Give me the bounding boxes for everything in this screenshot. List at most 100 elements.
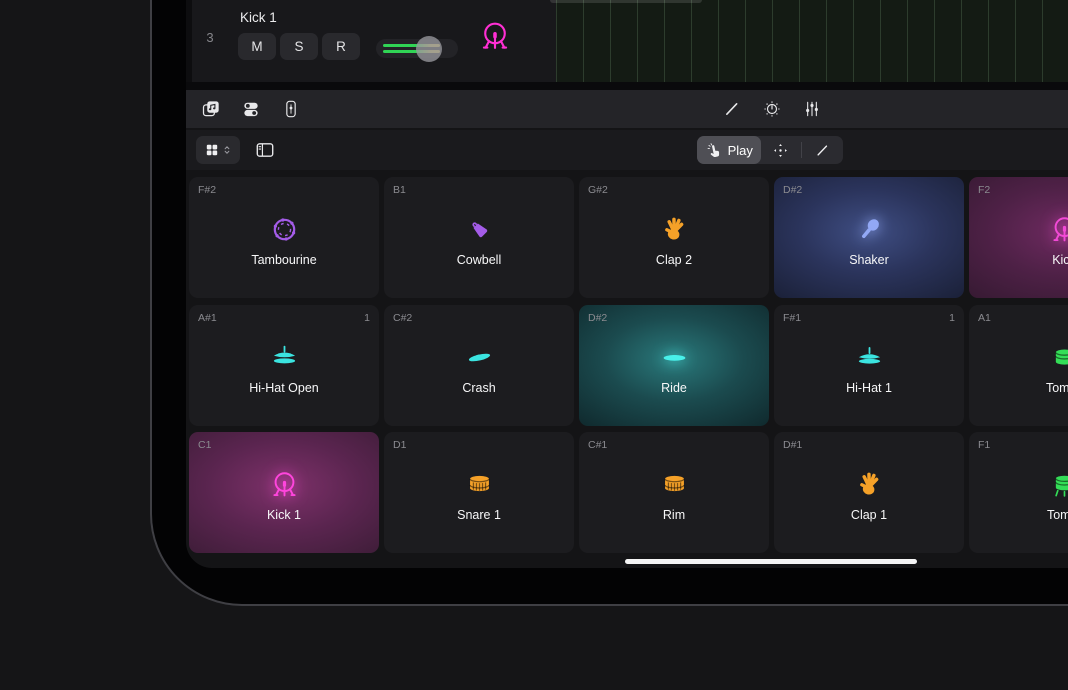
- drum-pad[interactable]: B1 Cowbell: [384, 177, 574, 298]
- snare-icon: [659, 469, 690, 500]
- smart-controls-icon: [241, 99, 261, 119]
- fader-button[interactable]: [277, 95, 305, 123]
- hihat-open-icon: [269, 342, 300, 373]
- smart-controls-button[interactable]: [237, 95, 265, 123]
- play-mode-segment[interactable]: Play: [697, 136, 761, 164]
- pad-note-label: F1: [978, 439, 990, 451]
- home-indicator[interactable]: [625, 559, 917, 564]
- ride-icon: [659, 342, 690, 373]
- sidebar-icon: [254, 139, 276, 161]
- stage: 3 Kick 1 M S R: [0, 0, 1068, 690]
- drum-pad[interactable]: A1 Tom H: [969, 305, 1068, 426]
- kick-drum-icon: [478, 19, 512, 53]
- drum-pad[interactable]: D#2 Shaker: [774, 177, 964, 298]
- volume-knob[interactable]: [416, 36, 442, 62]
- divider: [186, 82, 1068, 90]
- tom-floor-icon: [1049, 469, 1068, 500]
- hihat-icon: [854, 342, 885, 373]
- drum-pad[interactable]: D1 Snare 1: [384, 432, 574, 553]
- drum-pad[interactable]: F#1 1 Hi-Hat 1: [774, 305, 964, 426]
- msr-buttons: M S R: [238, 33, 360, 60]
- volume-slider[interactable]: [376, 39, 458, 58]
- mute-button[interactable]: M: [238, 33, 276, 60]
- pad-label: Kick 1: [267, 508, 301, 522]
- drum-pad[interactable]: C#1 Rim: [579, 432, 769, 553]
- control-bar: [186, 90, 1068, 128]
- control-bar-left: [197, 90, 305, 128]
- pad-badge: 1: [364, 312, 370, 324]
- pad-note-label: C#1: [588, 439, 607, 451]
- tom-high-icon: [1049, 342, 1068, 373]
- loop-browser-icon: [201, 99, 221, 119]
- snare-icon: [464, 469, 495, 500]
- clap-icon: [854, 469, 885, 500]
- pencil-button[interactable]: [718, 95, 746, 123]
- drum-pad[interactable]: G#2 Clap 2: [579, 177, 769, 298]
- tambourine-icon: [269, 214, 300, 245]
- pad-label: Hi-Hat Open: [249, 381, 318, 395]
- drum-pad[interactable]: D#1 Clap 1: [774, 432, 964, 553]
- clap-icon: [659, 214, 690, 245]
- drum-pad[interactable]: C1 Kick 1: [189, 432, 379, 553]
- pad-label: Crash: [462, 381, 495, 395]
- control-bar-right: [718, 90, 826, 128]
- move-icon: [772, 142, 789, 159]
- edit-mode-segment[interactable]: [802, 136, 843, 164]
- drum-pad[interactable]: A#1 1 Hi-Hat Open: [189, 305, 379, 426]
- mixer-button[interactable]: [798, 95, 826, 123]
- grid-view-icon: [204, 142, 220, 158]
- drum-pad[interactable]: C#2 Crash: [384, 305, 574, 426]
- pad-badge: 1: [949, 312, 955, 324]
- sidebar-toggle-button[interactable]: [250, 136, 280, 164]
- pad-label: Kick: [1052, 253, 1068, 267]
- pad-note-label: G#2: [588, 184, 608, 196]
- pad-note-label: C1: [198, 439, 211, 451]
- pad-note-label: C#2: [393, 312, 412, 324]
- chevron-updown-icon: [222, 144, 232, 156]
- timeline-grid[interactable]: [556, 0, 1068, 82]
- solo-button[interactable]: S: [280, 33, 318, 60]
- pad-label: Ride: [661, 381, 687, 395]
- pad-note-label: D#2: [588, 312, 607, 324]
- record-enable-button[interactable]: R: [322, 33, 360, 60]
- app-screen: 3 Kick 1 M S R: [186, 0, 1068, 568]
- pad-label: Clap 1: [851, 508, 887, 522]
- drum-pad[interactable]: D#2 Ride: [579, 305, 769, 426]
- kick-icon: [269, 469, 300, 500]
- segment-label: Play: [728, 143, 753, 158]
- pad-note-label: D1: [393, 439, 406, 451]
- pad-note-label: A#1: [198, 312, 217, 324]
- pad-note-label: B1: [393, 184, 406, 196]
- cowbell-icon: [464, 214, 495, 245]
- shaker-icon: [854, 214, 885, 245]
- mode-segmented-control: Play: [697, 136, 843, 164]
- pad-label: Cowbell: [457, 253, 501, 267]
- drum-pad[interactable]: F1 Tom L: [969, 432, 1068, 553]
- drum-pad[interactable]: F#2 Tambourine: [189, 177, 379, 298]
- pad-label: Clap 2: [656, 253, 692, 267]
- track-row[interactable]: 3 Kick 1 M S R: [186, 0, 556, 82]
- pad-note-label: A1: [978, 312, 991, 324]
- crash-icon: [464, 342, 495, 373]
- pad-note-label: D#1: [783, 439, 802, 451]
- fader-icon: [281, 99, 301, 119]
- kick-icon: [1049, 214, 1068, 245]
- pad-note-label: F#2: [198, 184, 216, 196]
- pad-label: Tom H: [1046, 381, 1068, 395]
- pad-note-label: F2: [978, 184, 990, 196]
- loop-browser-button[interactable]: [197, 95, 225, 123]
- metronome-button[interactable]: [758, 95, 786, 123]
- region-edge: [550, 0, 702, 3]
- mixer-icon: [802, 99, 822, 119]
- track-name: Kick 1: [240, 10, 277, 25]
- drum-pad[interactable]: F2 Kick: [969, 177, 1068, 298]
- pad-label: Hi-Hat 1: [846, 381, 892, 395]
- pad-label: Tambourine: [251, 253, 316, 267]
- pad-label: Shaker: [849, 253, 889, 267]
- grid-view-button[interactable]: [196, 136, 240, 164]
- pencil-icon: [722, 99, 742, 119]
- pad-label: Tom L: [1047, 508, 1068, 522]
- pad-toolbar: Play: [186, 130, 1068, 170]
- tap-hand-icon: [705, 142, 722, 159]
- move-mode-segment[interactable]: [761, 136, 802, 164]
